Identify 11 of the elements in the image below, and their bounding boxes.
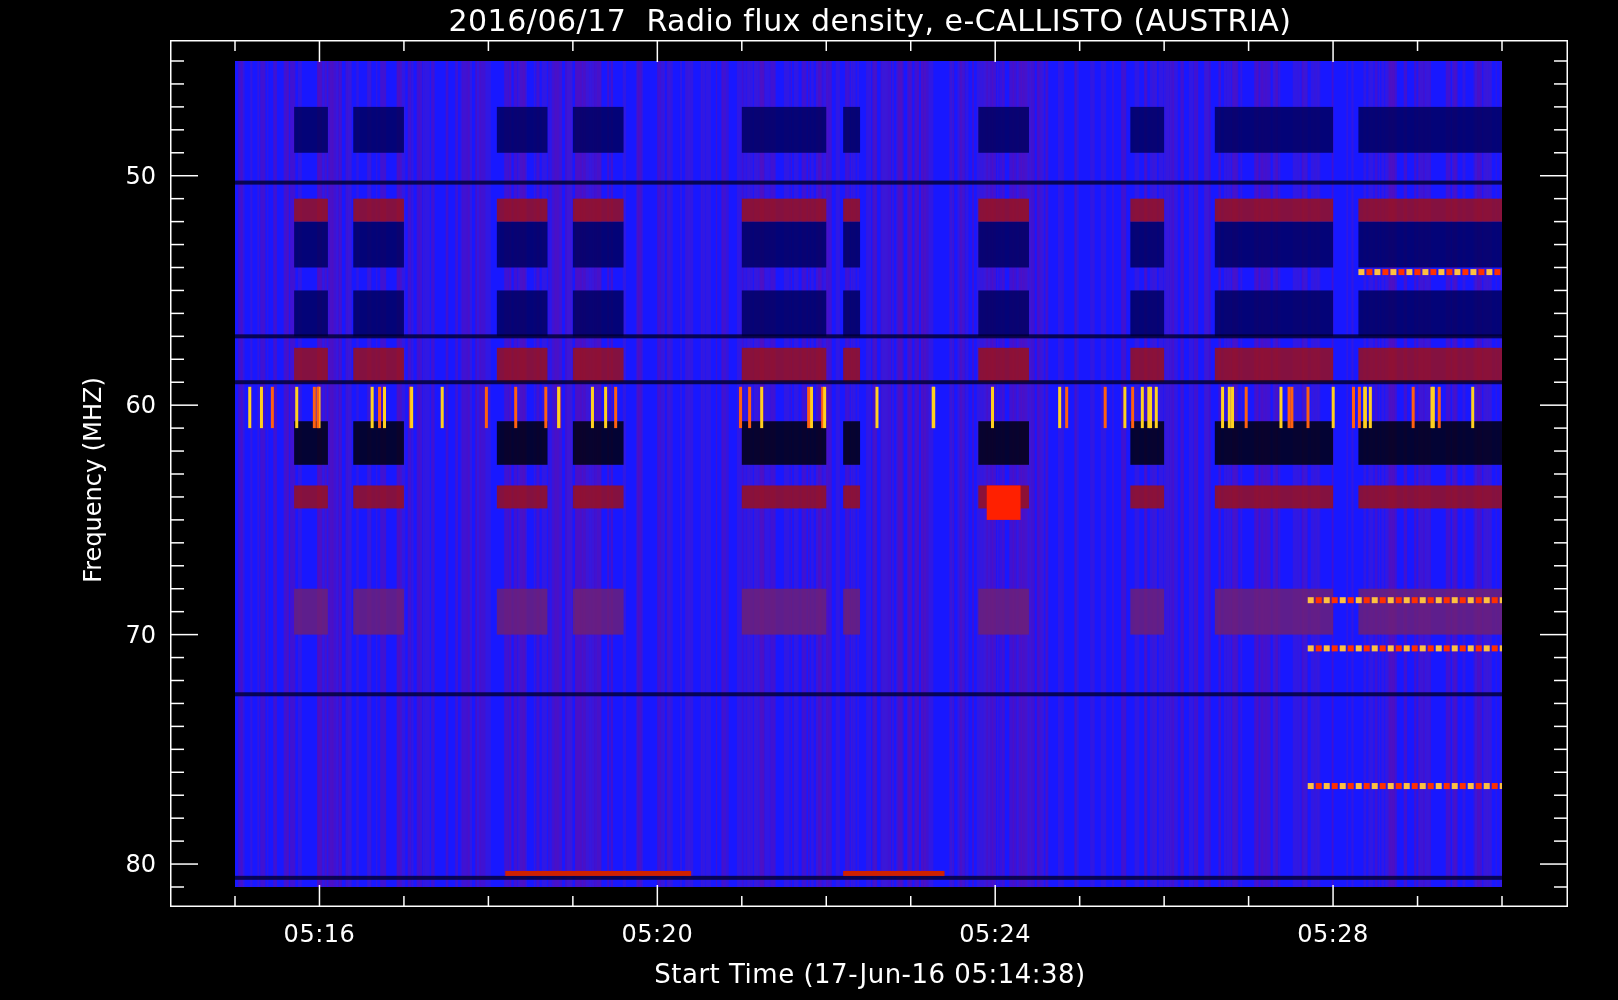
x-tick-label: 05:16 [283,920,356,948]
y-tick-label: 70 [125,620,156,649]
y-axis-label: Frequency (MHZ) [79,377,107,583]
y-tick-label: 80 [125,850,156,879]
chart-title: 2016/06/17 Radio flux density, e-CALLISTO (AUSTRIA) [448,2,1292,40]
y-tick-label: 60 [125,391,156,420]
x-tick-label: 05:28 [1297,920,1369,948]
y-tick-label: 50 [125,161,156,190]
x-tick-label: 05:24 [959,920,1031,948]
x-tick-label: 05:20 [621,920,694,948]
x-axis-label: Start Time (17-Jun-16 05:14:38) [654,959,1086,989]
